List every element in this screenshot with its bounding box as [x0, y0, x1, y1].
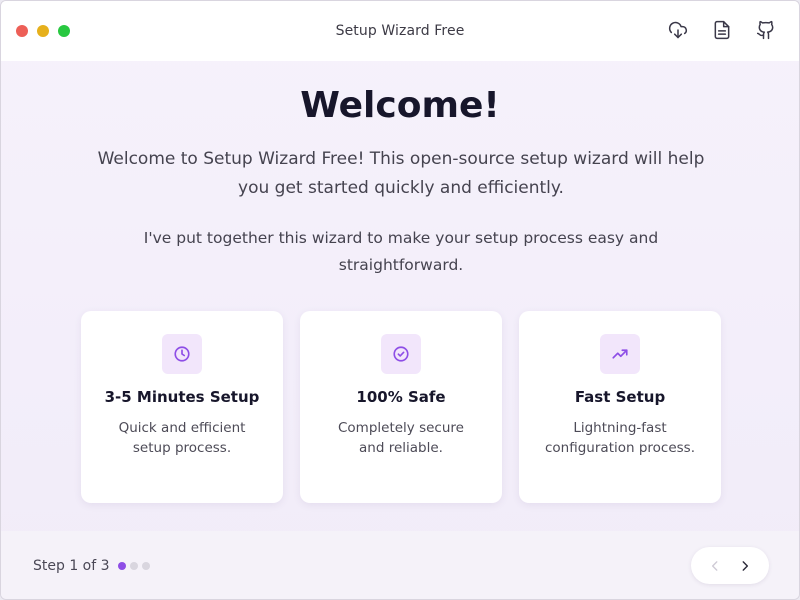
feature-description: Lightning-fast configuration process. [545, 420, 696, 456]
check-circle-icon [381, 334, 421, 374]
toolbar-icons [667, 19, 777, 41]
window-title: Setup Wizard Free [335, 23, 465, 39]
feature-card-safe: 100% Safe Completely secure and reliable… [300, 311, 502, 503]
previous-button[interactable] [707, 558, 723, 574]
wizard-footer: Step 1 of 3 [1, 531, 799, 599]
trending-up-icon [600, 334, 640, 374]
close-window-button[interactable] [16, 25, 28, 37]
feature-title: 100% Safe [356, 388, 446, 406]
chevron-left-icon [711, 560, 718, 571]
window-controls [16, 25, 70, 37]
github-icon[interactable] [755, 19, 777, 41]
minimize-window-button[interactable] [37, 25, 49, 37]
feature-title: 3-5 Minutes Setup [104, 388, 260, 406]
download-cloud-icon[interactable] [667, 19, 689, 41]
feature-card-setup-time: 3-5 Minutes Setup Quick and efficient se… [81, 311, 283, 503]
navigation-controls [691, 547, 769, 584]
feature-description: Completely secure and reliable. [338, 420, 464, 456]
sub-text: I've put together this wizard to make yo… [143, 229, 659, 274]
document-icon[interactable] [711, 19, 733, 41]
page-title: Welcome! [300, 85, 500, 126]
zoom-window-button[interactable] [58, 25, 70, 37]
step-dot-2 [130, 562, 138, 570]
app-window: Setup Wizard Free Welcome! Welcome to Se… [0, 0, 800, 600]
next-button[interactable] [737, 558, 753, 574]
chevron-right-icon [742, 560, 749, 571]
feature-description: Quick and efficient setup process. [118, 420, 246, 456]
feature-card-fast: Fast Setup Lightning-fast configuration … [519, 311, 721, 503]
title-bar: Setup Wizard Free [1, 1, 799, 61]
clock-icon [162, 334, 202, 374]
feature-cards: 3-5 Minutes Setup Quick and efficient se… [81, 311, 721, 503]
step-dot-1 [118, 562, 126, 570]
step-dot-3 [142, 562, 150, 570]
step-progress-dots [118, 562, 150, 570]
step-indicator-label: Step 1 of 3 [33, 558, 110, 574]
welcome-content: Welcome! Welcome to Setup Wizard Free! T… [1, 61, 799, 531]
intro-text: Welcome to Setup Wizard Free! This open-… [97, 149, 705, 198]
feature-title: Fast Setup [574, 388, 666, 406]
